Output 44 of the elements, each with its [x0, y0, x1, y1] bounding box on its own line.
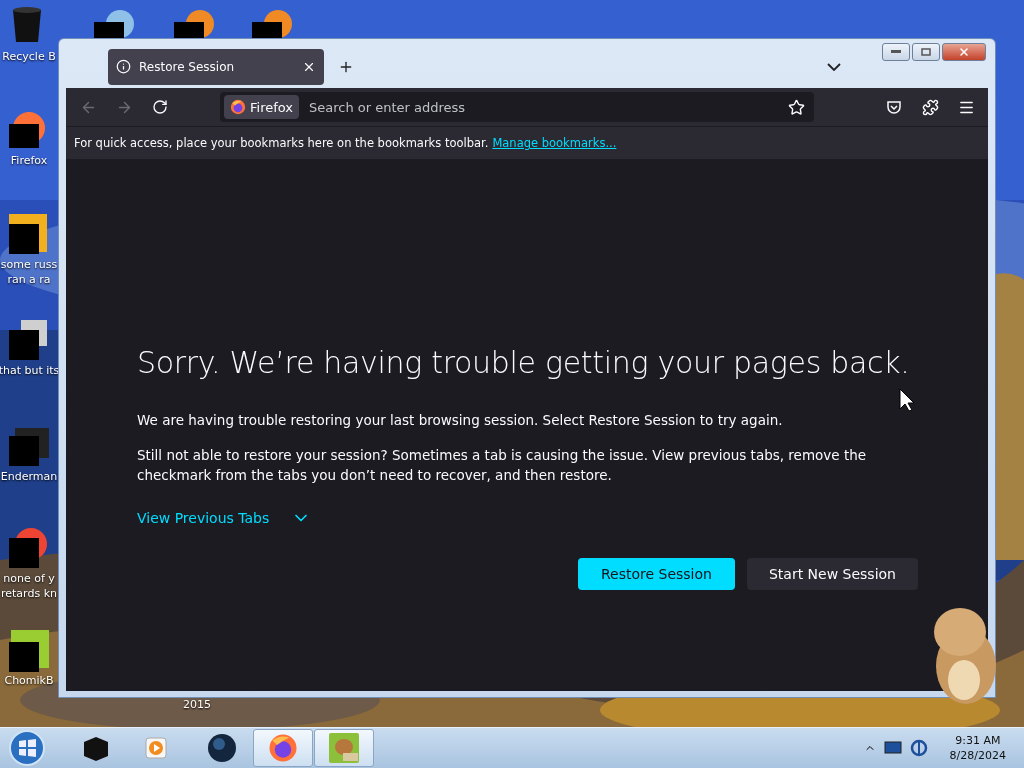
- info-icon: [116, 59, 131, 74]
- monitor-icon[interactable]: [883, 741, 902, 755]
- network-icon[interactable]: [909, 739, 928, 757]
- game-icon: [329, 733, 359, 763]
- message-text: We are having trouble restoring your last browsing session. Select Restore Session to try again.: [137, 411, 784, 430]
- star-icon: [787, 98, 805, 116]
- close-button[interactable]: [942, 43, 986, 61]
- message-text: Still not able to restore your session? Sometimes a tab is causing the issue. View previous tabs, remove the checkmark from the tabs you don’t need to recover, and then restore.: [137, 446, 868, 485]
- minimize-icon: [891, 50, 901, 54]
- new-session-button[interactable]: Start New Session: [746, 558, 918, 590]
- close-icon: [958, 46, 970, 58]
- start-button[interactable]: [8, 729, 46, 767]
- view-previous-tabs-toggle[interactable]: View Previous Tabs: [137, 508, 312, 528]
- minimize-button[interactable]: [882, 43, 910, 61]
- cursor-icon: [899, 388, 915, 412]
- maximize-button[interactable]: [912, 43, 940, 61]
- icon-label: Firefox: [10, 154, 48, 167]
- firefox-icon: [230, 99, 246, 115]
- address-bar[interactable]: Firefox Search or enter address: [220, 92, 814, 122]
- icon-label: ran a ra: [7, 273, 51, 286]
- reload-icon: [152, 99, 168, 115]
- media-player-icon: [144, 736, 168, 760]
- firefox-icon: [268, 733, 298, 763]
- box-icon: [81, 734, 111, 762]
- identity-button[interactable]: Firefox: [224, 95, 300, 119]
- desktop-icon[interactable]: [7, 628, 51, 672]
- manage-bookmarks-link[interactable]: Manage bookmarks...: [492, 136, 617, 150]
- icon-label: Recycle B: [2, 50, 56, 63]
- chevron-down-icon: [827, 62, 841, 71]
- maximize-icon: [921, 48, 931, 56]
- clock[interactable]: 9:31 AM 8/28/2024: [949, 733, 1006, 763]
- icon-label: some russ: [0, 258, 58, 271]
- icon-label: Enderman: [0, 470, 58, 483]
- icon-label: ChomikB: [4, 674, 54, 687]
- icon-label: none of y: [3, 572, 55, 585]
- icon-label: retards kn: [1, 587, 57, 600]
- restore-session-button[interactable]: Restore Session: [577, 558, 735, 590]
- globe-icon: [207, 733, 237, 763]
- puzzle-icon: [921, 98, 939, 116]
- error-title: Sorry. We’re having trouble getting your pages back.: [137, 345, 911, 380]
- pocket-icon: [886, 99, 902, 115]
- bookmarks-hint: For quick access, place your bookmarks here on the bookmarks toolbar.: [74, 136, 489, 150]
- tab[interactable]: Restore Session: [108, 48, 324, 85]
- desktop-text: 2015: [183, 698, 211, 711]
